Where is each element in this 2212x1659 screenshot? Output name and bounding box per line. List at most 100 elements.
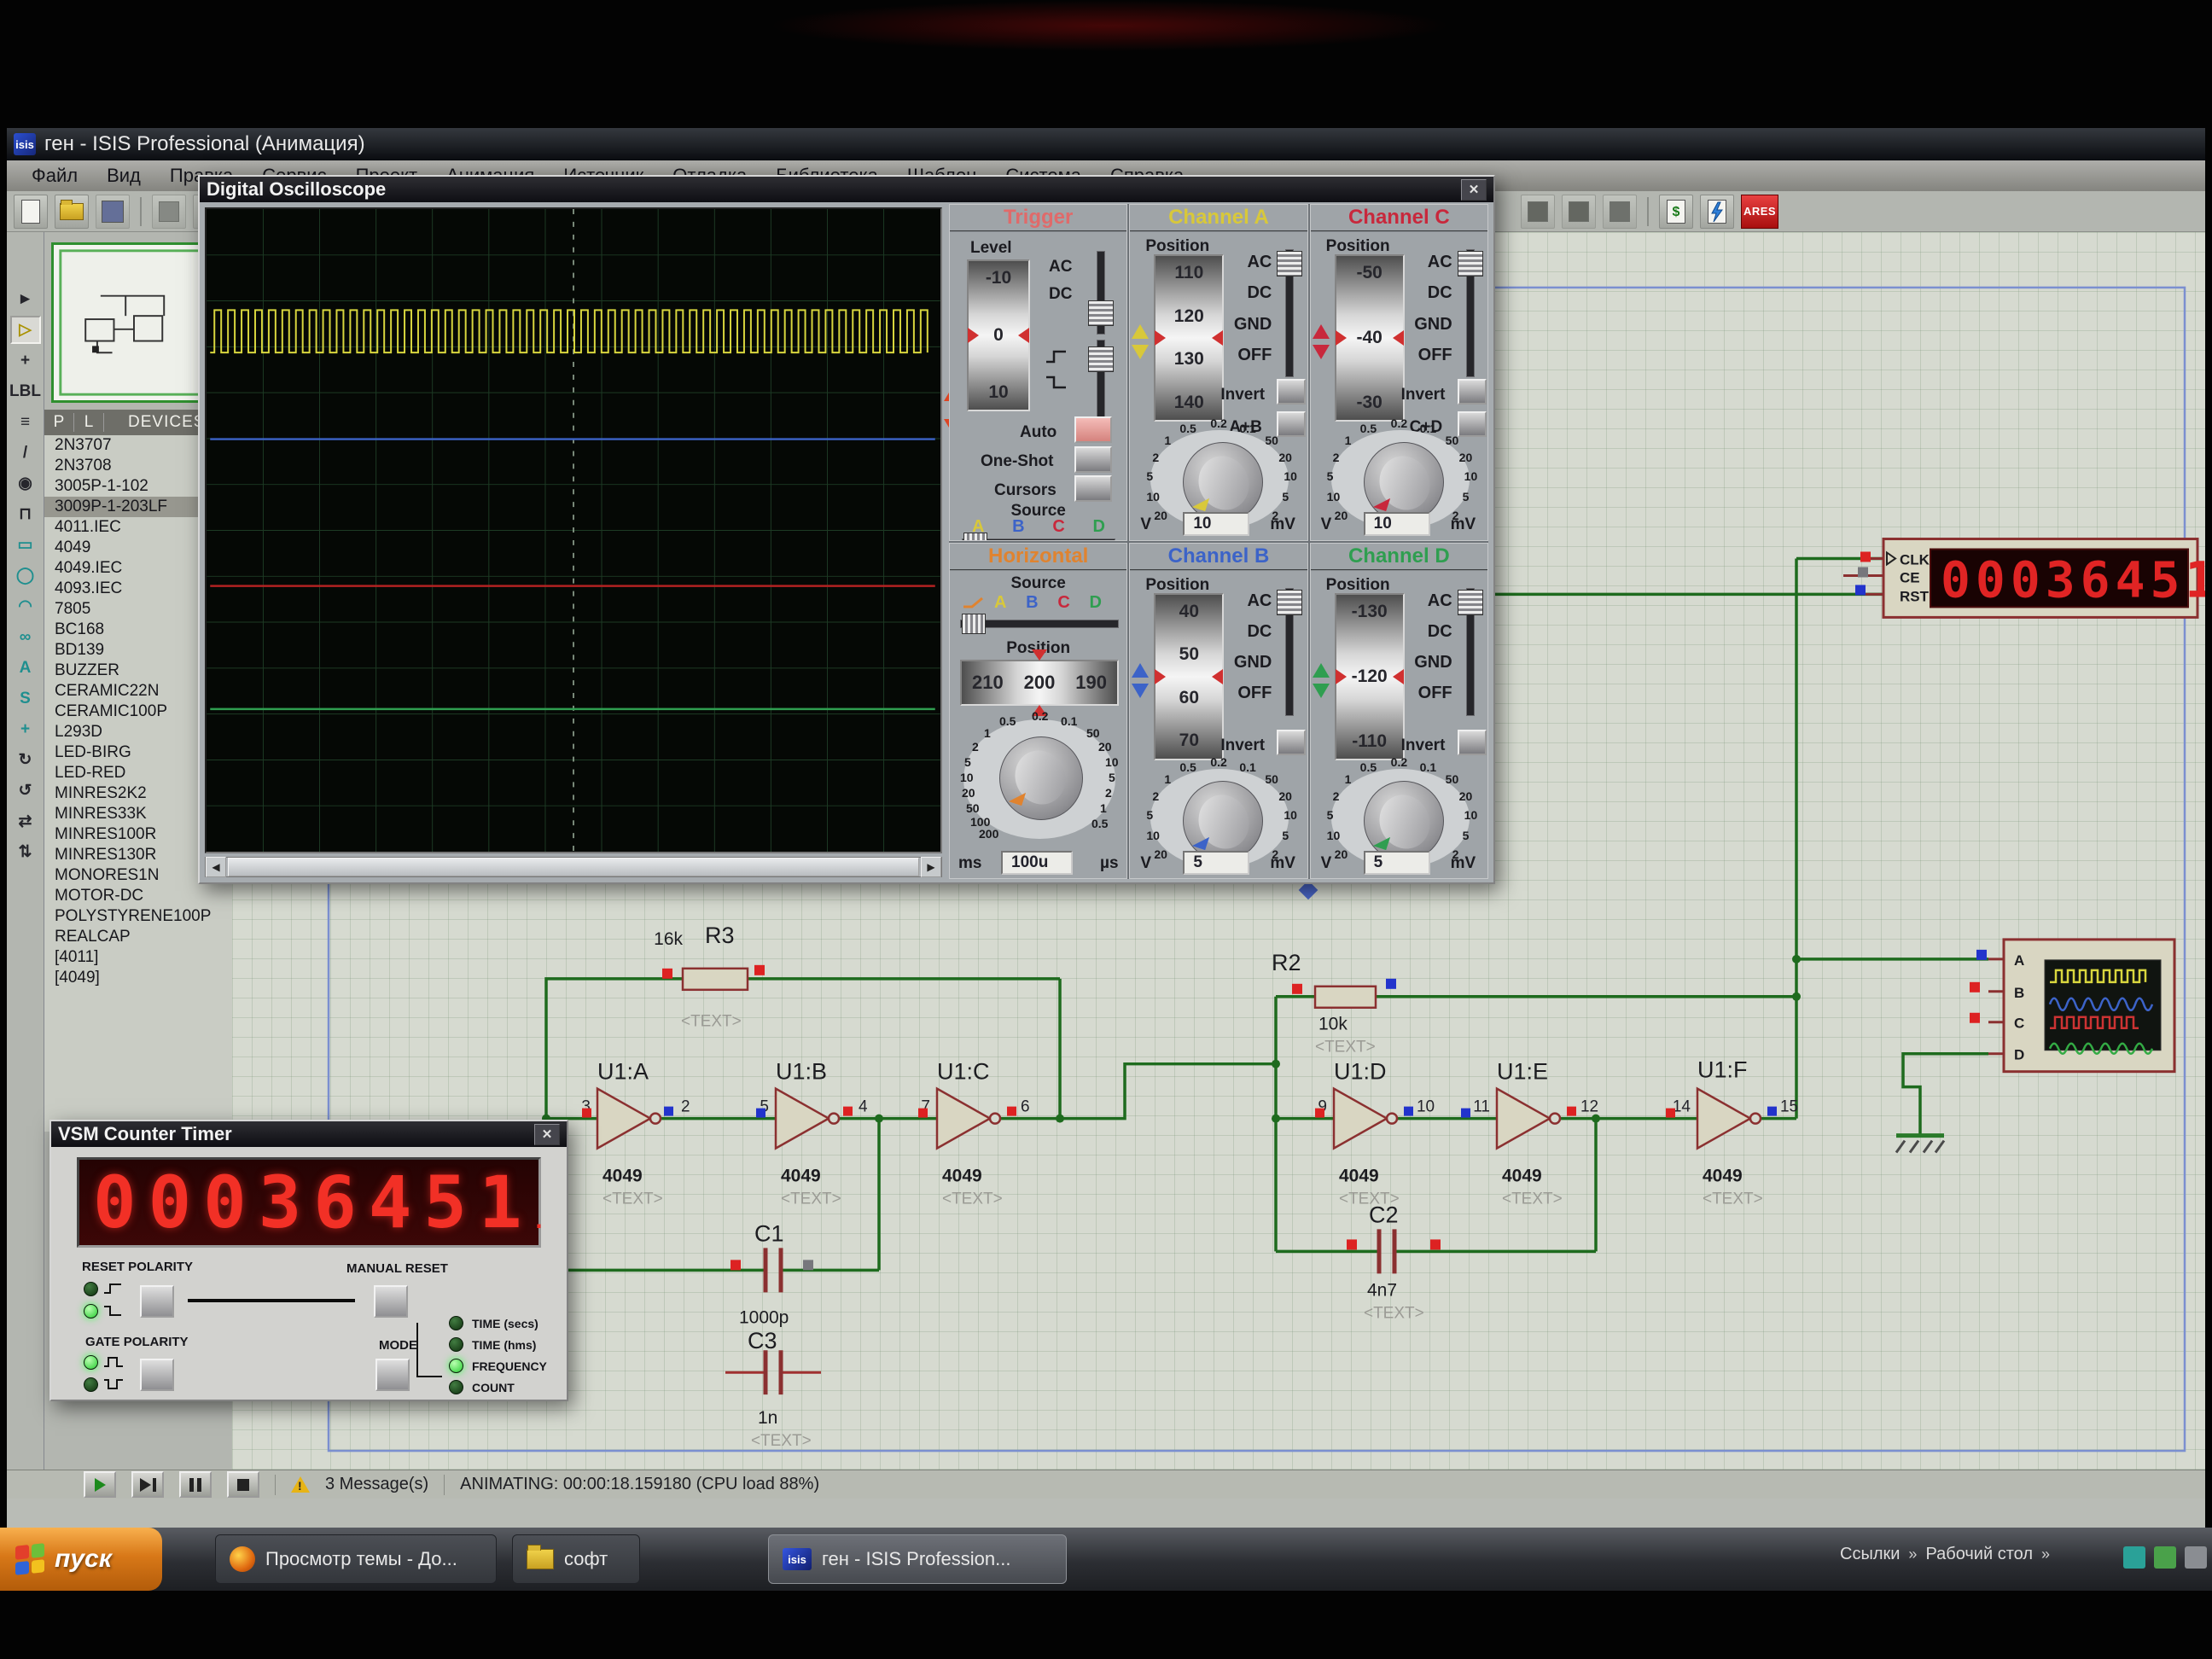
channel-c-coupling-slider[interactable] bbox=[1458, 249, 1481, 377]
tray-icon[interactable] bbox=[2154, 1546, 2176, 1569]
text-script-tool[interactable]: ≡ bbox=[10, 408, 41, 436]
inverter-u1c[interactable]: U1:C 7 6 4049 <TEXT> bbox=[918, 1059, 1030, 1208]
channel-a-value[interactable]: 10 bbox=[1183, 512, 1249, 536]
channel-c-gain-knob[interactable]: 0.50.20.1 1251020 50201052 bbox=[1324, 428, 1476, 526]
scroll-right-icon[interactable]: ▶ bbox=[921, 857, 941, 877]
trigger-edge-slider[interactable] bbox=[1088, 340, 1112, 423]
start-button[interactable]: пуск bbox=[0, 1528, 162, 1591]
device-list-item[interactable]: MOTOR-DC bbox=[44, 886, 232, 906]
2d-symbol-tool[interactable]: S bbox=[10, 684, 41, 713]
message-count[interactable]: 3 Message(s) bbox=[325, 1475, 428, 1494]
channel-b-position-dial[interactable]: 40506070 bbox=[1154, 593, 1224, 760]
resistor-r3[interactable]: 16k R3 <TEXT> bbox=[654, 923, 765, 1031]
trigger-auto-button[interactable] bbox=[1074, 416, 1112, 443]
2d-circle-tool[interactable]: ◯ bbox=[10, 562, 41, 590]
links-toolbar[interactable]: Ссылки bbox=[1840, 1545, 1900, 1564]
trigger-one-shot-button[interactable] bbox=[1074, 446, 1112, 473]
device-list-item[interactable]: POLYSTYRENE100P bbox=[44, 906, 232, 927]
taskbar-task-folder[interactable]: софт bbox=[512, 1534, 640, 1584]
taskbar-task-browser[interactable]: Просмотр темы - До... bbox=[215, 1534, 497, 1584]
oscilloscope-window[interactable]: Digital Oscilloscope ✕ ◀ ▶ Trigger Level… bbox=[198, 175, 1495, 884]
capacitor-c2[interactable]: C2 4n7 <TEXT> bbox=[1347, 1202, 1441, 1322]
channel-c-position-arrows[interactable] bbox=[1313, 324, 1330, 359]
2d-path-tool[interactable]: ∞ bbox=[10, 623, 41, 651]
channel-b-value[interactable]: 5 bbox=[1183, 851, 1249, 875]
bom-button[interactable]: $ bbox=[1659, 195, 1693, 229]
reset-polarity-button[interactable] bbox=[140, 1285, 174, 1318]
device-list-item[interactable]: [4011] bbox=[44, 947, 232, 968]
selection-tool[interactable]: ► bbox=[10, 285, 41, 313]
channel-d-invert-button[interactable] bbox=[1458, 730, 1487, 755]
terminal-tool[interactable]: ⊓ bbox=[10, 500, 41, 528]
channel-c-value[interactable]: 10 bbox=[1364, 512, 1430, 536]
channel-a-position-arrows[interactable] bbox=[1132, 324, 1149, 359]
play-button[interactable] bbox=[84, 1471, 116, 1498]
oscilloscope-title-bar[interactable]: Digital Oscilloscope ✕ bbox=[200, 177, 1493, 202]
screen-scrollbar[interactable]: ◀ ▶ bbox=[205, 857, 942, 877]
tray-icon[interactable] bbox=[2123, 1546, 2145, 1569]
channel-a-invert-button[interactable] bbox=[1277, 379, 1306, 405]
mode-button[interactable] bbox=[375, 1359, 410, 1391]
falling-edge-icon[interactable] bbox=[1044, 374, 1069, 391]
mirror-y-tool[interactable]: ⇅ bbox=[10, 838, 41, 866]
timebase-value[interactable]: 100u bbox=[1001, 851, 1073, 875]
horizontal-source-slider[interactable] bbox=[960, 614, 1119, 632]
chevron-icon[interactable]: » bbox=[1908, 1545, 1917, 1563]
rising-edge-icon[interactable] bbox=[1044, 348, 1069, 365]
taskbar-task-isis[interactable]: isis ген - ISIS Profession... bbox=[768, 1534, 1067, 1584]
resistor-r2[interactable]: R2 10k <TEXT> bbox=[1272, 950, 1396, 1057]
junction-dot-tool[interactable]: + bbox=[10, 346, 41, 375]
counter-timer-title-bar[interactable]: VSM Counter Timer ✕ bbox=[51, 1121, 567, 1147]
redo-button[interactable] bbox=[1562, 195, 1596, 229]
close-icon[interactable]: ✕ bbox=[534, 1124, 560, 1145]
2d-box-tool[interactable]: ▭ bbox=[10, 531, 41, 559]
inverter-u1a[interactable]: U1:A 3 2 4049 <TEXT> bbox=[581, 1059, 690, 1208]
device-list-item[interactable]: [4049] bbox=[44, 968, 232, 988]
rotate-ccw-tool[interactable]: ↺ bbox=[10, 777, 41, 805]
undo-button[interactable] bbox=[1521, 195, 1555, 229]
timebase-knob[interactable]: 0.50.20.1 125102050100200 5020105210.5 bbox=[958, 714, 1121, 842]
trigger-level-dial[interactable]: -10010 bbox=[967, 259, 1030, 411]
oscilloscope-component[interactable]: A B C D bbox=[1970, 940, 2174, 1072]
channel-d-gain-knob[interactable]: 0.50.20.1 1251020 50201052 bbox=[1324, 767, 1476, 864]
channel-b-coupling-slider[interactable] bbox=[1277, 588, 1301, 716]
wire-label-tool[interactable]: LBL bbox=[10, 377, 41, 405]
channel-d-coupling-slider[interactable] bbox=[1458, 588, 1481, 716]
manual-reset-button[interactable] bbox=[374, 1285, 408, 1318]
tray-icon[interactable] bbox=[2185, 1546, 2207, 1569]
inverter-u1f[interactable]: U1:F 14 15 4049 <TEXT> bbox=[1666, 1057, 1798, 1208]
save-file-button[interactable] bbox=[96, 195, 130, 229]
cut-button[interactable] bbox=[1603, 195, 1637, 229]
rotate-cw-tool[interactable]: ↻ bbox=[10, 746, 41, 774]
channel-c-invert-button[interactable] bbox=[1458, 379, 1487, 405]
channel-d-position-dial[interactable]: -130-120-110 bbox=[1335, 593, 1405, 760]
component-tool[interactable]: ▷ bbox=[10, 316, 41, 344]
channel-a-coupling-slider[interactable] bbox=[1277, 249, 1301, 377]
2d-text-tool[interactable]: A bbox=[10, 654, 41, 682]
inverter-u1d[interactable]: U1:D 9 10 4049 <TEXT> bbox=[1315, 1059, 1435, 1208]
pause-button[interactable] bbox=[179, 1471, 212, 1498]
open-file-button[interactable] bbox=[55, 195, 89, 229]
scroll-left-icon[interactable]: ◀ bbox=[206, 857, 226, 877]
mirror-x-tool[interactable]: ⇄ bbox=[10, 807, 41, 835]
menu-item[interactable]: Вид bbox=[92, 163, 155, 189]
channel-b-gain-knob[interactable]: 0.50.20.1 1251020 50201052 bbox=[1144, 767, 1295, 864]
trigger-cursors-button[interactable] bbox=[1074, 475, 1112, 502]
stop-button[interactable] bbox=[227, 1471, 259, 1498]
trigger-coupling-slider[interactable] bbox=[1088, 251, 1112, 335]
netlist-to-ares-button[interactable]: ARES bbox=[1741, 195, 1778, 229]
channel-b-invert-button[interactable] bbox=[1277, 730, 1306, 755]
2d-marker-tool[interactable]: + bbox=[10, 715, 41, 743]
channel-d-value[interactable]: 5 bbox=[1364, 851, 1430, 875]
capacitor-c3[interactable]: C3 1n <TEXT> bbox=[725, 1328, 821, 1450]
chevron-icon[interactable]: » bbox=[2041, 1545, 2050, 1563]
desktop-toolbar[interactable]: Рабочий стол bbox=[1925, 1545, 2033, 1564]
gate-polarity-button[interactable] bbox=[140, 1359, 174, 1391]
print-button[interactable] bbox=[152, 195, 186, 229]
channel-a-position-dial[interactable]: 110120130140 bbox=[1154, 254, 1224, 422]
counter-display-component[interactable]: CLK CE RST 00036451 bbox=[1843, 539, 2205, 618]
step-button[interactable] bbox=[131, 1471, 164, 1498]
counter-timer-window[interactable]: VSM Counter Timer ✕ 00036451 . RESET POL… bbox=[49, 1120, 568, 1401]
channel-c-position-dial[interactable]: -50-40-30 bbox=[1335, 254, 1405, 422]
bus-tool[interactable]: / bbox=[10, 439, 41, 467]
